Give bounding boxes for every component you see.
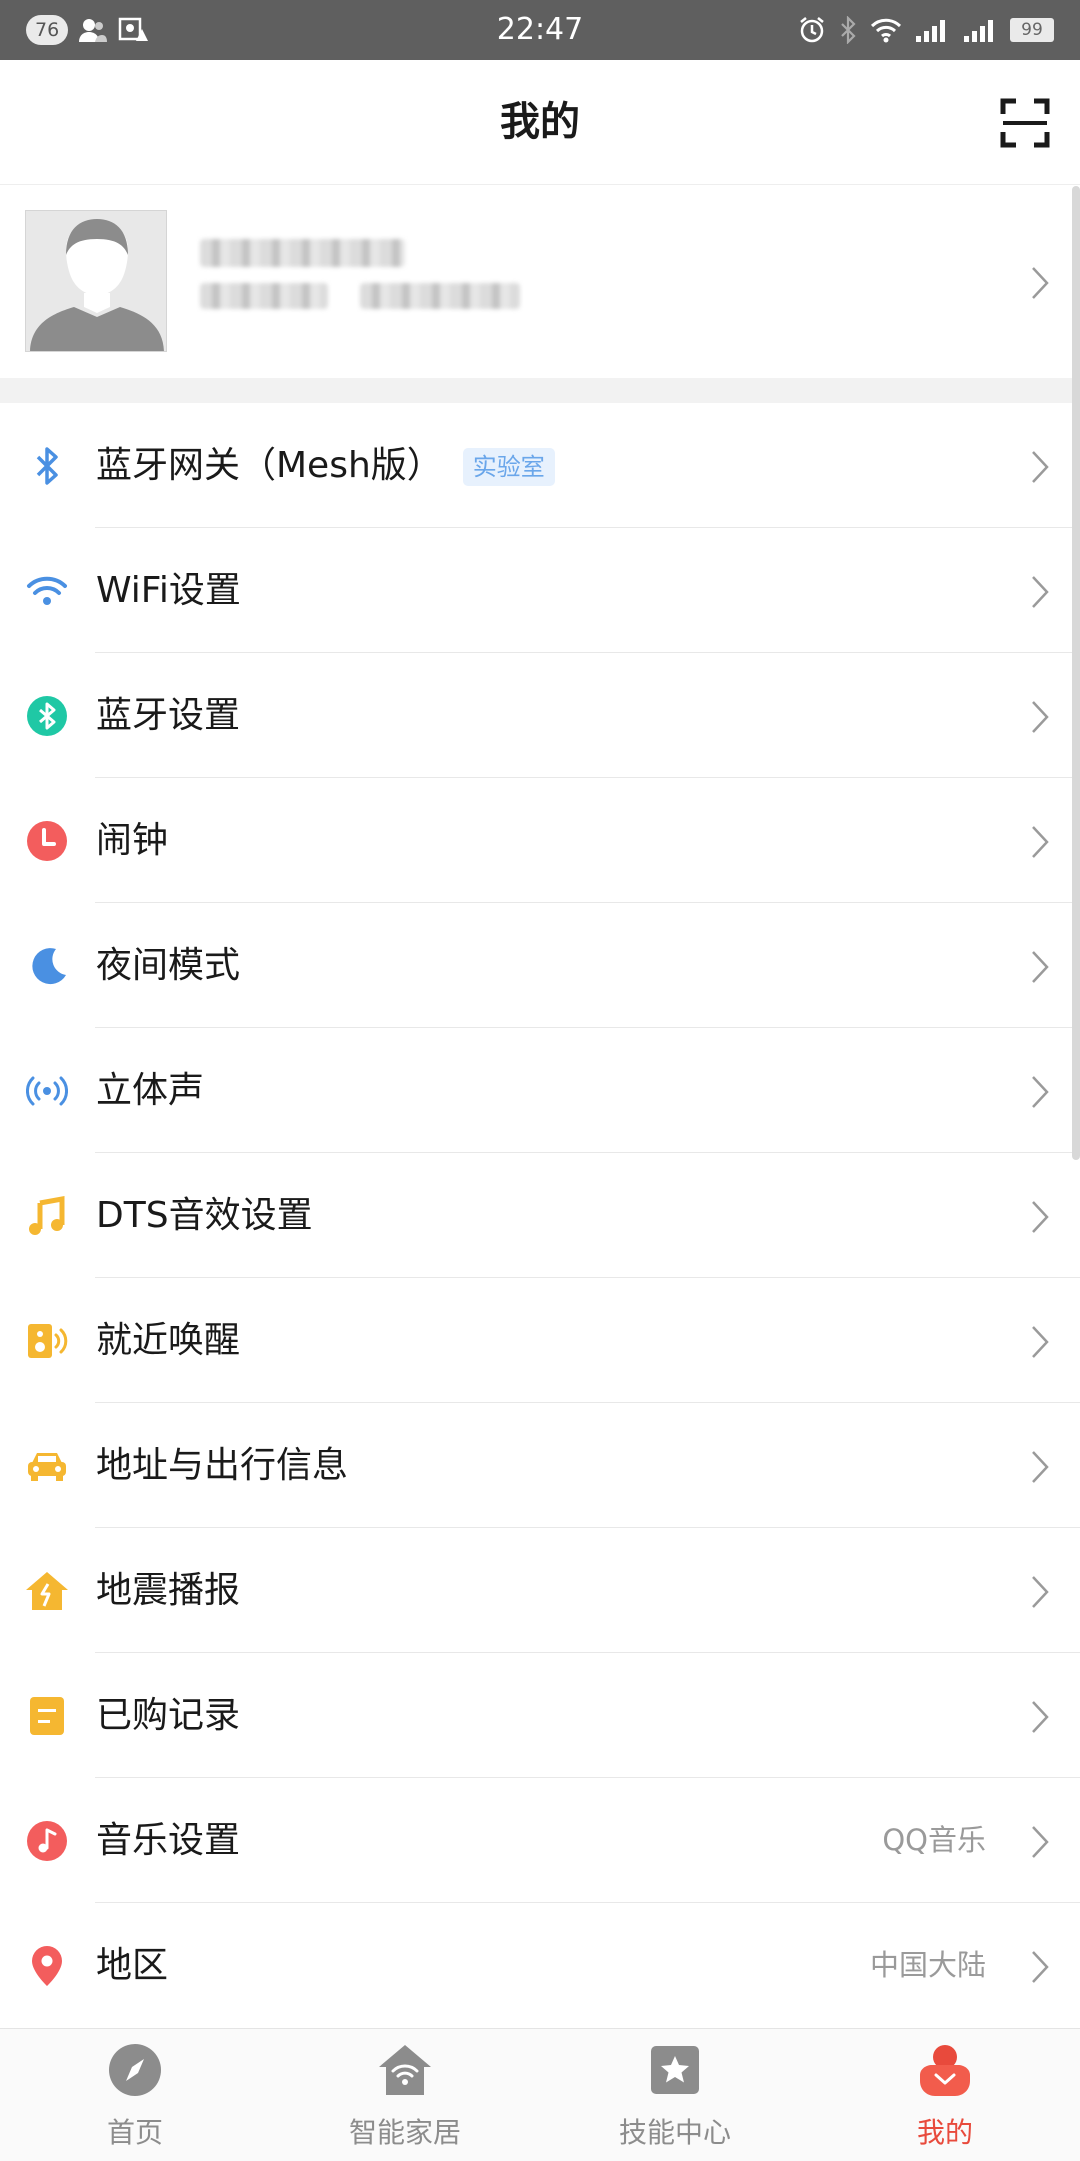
bluetooth-circle-icon bbox=[27, 696, 67, 736]
default-avatar-icon bbox=[26, 211, 166, 351]
lab-badge: 实验室 bbox=[462, 448, 555, 486]
menu-item-bluetooth-settings[interactable]: 蓝牙设置 bbox=[0, 653, 1080, 778]
settings-menu: 蓝牙网关（Mesh版） 实验室 WiFi设置 蓝牙设置 闹钟 夜间模式 立体声 … bbox=[0, 403, 1080, 2028]
nav-label: 我的 bbox=[916, 2116, 973, 2149]
username-redacted bbox=[200, 239, 405, 267]
scrollbar[interactable] bbox=[1072, 186, 1080, 1160]
profile-card[interactable] bbox=[0, 185, 1080, 378]
chevron-right-icon bbox=[1032, 826, 1049, 858]
menu-item-label: 就近唤醒 bbox=[96, 1320, 241, 1361]
menu-item-label: DTS音效设置 bbox=[96, 1195, 313, 1236]
menu-item-nearby-wake[interactable]: 就近唤醒 bbox=[0, 1278, 1080, 1403]
speaker-icon bbox=[28, 1324, 68, 1358]
menu-item-earthquake-alert[interactable]: 地震播报 bbox=[0, 1528, 1080, 1653]
chevron-right-icon bbox=[1032, 1201, 1049, 1233]
star-box-icon bbox=[651, 2046, 699, 2094]
menu-item-label: 闹钟 bbox=[96, 820, 169, 861]
menu-item-label: 立体声 bbox=[96, 1070, 205, 1111]
avatar[interactable] bbox=[25, 210, 167, 352]
alarm-clock-icon bbox=[27, 821, 67, 861]
nav-tab-skills[interactable]: 技能中心 bbox=[540, 2029, 810, 2161]
car-icon bbox=[28, 1453, 66, 1481]
earthquake-house-icon bbox=[26, 1572, 68, 1610]
alarm-status-icon bbox=[800, 17, 824, 43]
scan-icon[interactable] bbox=[1000, 98, 1050, 148]
menu-item-label: 夜间模式 bbox=[96, 945, 241, 986]
menu-item-purchase-history[interactable]: 已购记录 bbox=[0, 1653, 1080, 1778]
menu-item-address-travel[interactable]: 地址与出行信息 bbox=[0, 1403, 1080, 1528]
nav-tab-smart-home[interactable]: 智能家居 bbox=[270, 2029, 540, 2161]
chevron-right-icon bbox=[1032, 1076, 1049, 1108]
music-note-icon bbox=[29, 1196, 65, 1235]
smart-home-icon bbox=[379, 2045, 431, 2095]
account-id-redacted bbox=[360, 283, 520, 309]
menu-item-value: 中国大陆 bbox=[869, 1948, 986, 1982]
nav-label: 技能中心 bbox=[618, 2116, 731, 2149]
wifi-status-icon bbox=[870, 18, 902, 43]
receipt-icon bbox=[30, 1697, 64, 1735]
bluetooth-status-icon bbox=[841, 16, 856, 44]
bottom-navigation: 首页 智能家居 技能中心 我的 bbox=[0, 2028, 1080, 2161]
account-info-redacted bbox=[200, 283, 328, 309]
menu-item-night-mode[interactable]: 夜间模式 bbox=[0, 903, 1080, 1028]
menu-item-label: 音乐设置 bbox=[96, 1820, 241, 1861]
chevron-right-icon bbox=[1032, 1826, 1049, 1858]
menu-item-label: 已购记录 bbox=[96, 1695, 241, 1736]
menu-item-value: QQ音乐 bbox=[882, 1823, 986, 1857]
nav-label: 首页 bbox=[106, 2116, 163, 2149]
menu-item-label: WiFi设置 bbox=[96, 570, 241, 611]
profile-icon bbox=[920, 2045, 970, 2096]
chevron-right-icon bbox=[1032, 701, 1049, 733]
menu-item-label: 地区 bbox=[96, 1945, 169, 1986]
section-divider bbox=[0, 378, 1080, 403]
status-bar: 76 22:47 99 bbox=[0, 0, 1080, 60]
battery-icon: 99 bbox=[1010, 18, 1054, 42]
menu-item-label: 蓝牙网关（Mesh版） bbox=[96, 445, 443, 486]
menu-item-stereo[interactable]: 立体声 bbox=[0, 1028, 1080, 1153]
menu-item-label: 蓝牙设置 bbox=[96, 695, 241, 736]
menu-item-alarm[interactable]: 闹钟 bbox=[0, 778, 1080, 903]
page-title: 我的 bbox=[500, 99, 580, 145]
chevron-right-icon bbox=[1032, 1701, 1049, 1733]
stereo-icon bbox=[26, 1076, 68, 1106]
page-header: 我的 bbox=[0, 60, 1080, 185]
music-circle-icon bbox=[27, 1821, 67, 1861]
chevron-right-icon bbox=[1032, 576, 1049, 608]
menu-item-label: 地震播报 bbox=[96, 1570, 241, 1611]
moon-icon bbox=[32, 948, 66, 985]
signal-2-icon bbox=[964, 20, 993, 42]
bluetooth-icon bbox=[36, 447, 58, 485]
location-pin-icon bbox=[32, 1946, 62, 1986]
wifi-icon bbox=[27, 576, 67, 605]
menu-item-bluetooth-gateway[interactable]: 蓝牙网关（Mesh版） 实验室 bbox=[0, 403, 1080, 528]
nav-tab-home[interactable]: 首页 bbox=[0, 2029, 270, 2161]
chevron-right-icon bbox=[1032, 1951, 1049, 1983]
chevron-right-icon bbox=[1032, 451, 1049, 483]
menu-item-music-settings[interactable]: 音乐设置 QQ音乐 bbox=[0, 1778, 1080, 1903]
nav-label: 智能家居 bbox=[348, 2116, 461, 2149]
chevron-right-icon bbox=[1032, 267, 1049, 299]
menu-item-dts-audio[interactable]: DTS音效设置 bbox=[0, 1153, 1080, 1278]
chevron-right-icon bbox=[1032, 951, 1049, 983]
chevron-right-icon bbox=[1032, 1576, 1049, 1608]
nav-tab-me[interactable]: 我的 bbox=[810, 2029, 1080, 2161]
menu-item-region[interactable]: 地区 中国大陆 bbox=[0, 1903, 1080, 2028]
menu-item-wifi-settings[interactable]: WiFi设置 bbox=[0, 528, 1080, 653]
chevron-right-icon bbox=[1032, 1451, 1049, 1483]
signal-1-icon bbox=[916, 20, 945, 42]
chevron-right-icon bbox=[1032, 1326, 1049, 1358]
menu-item-label: 地址与出行信息 bbox=[96, 1445, 349, 1486]
compass-icon bbox=[109, 2044, 161, 2096]
